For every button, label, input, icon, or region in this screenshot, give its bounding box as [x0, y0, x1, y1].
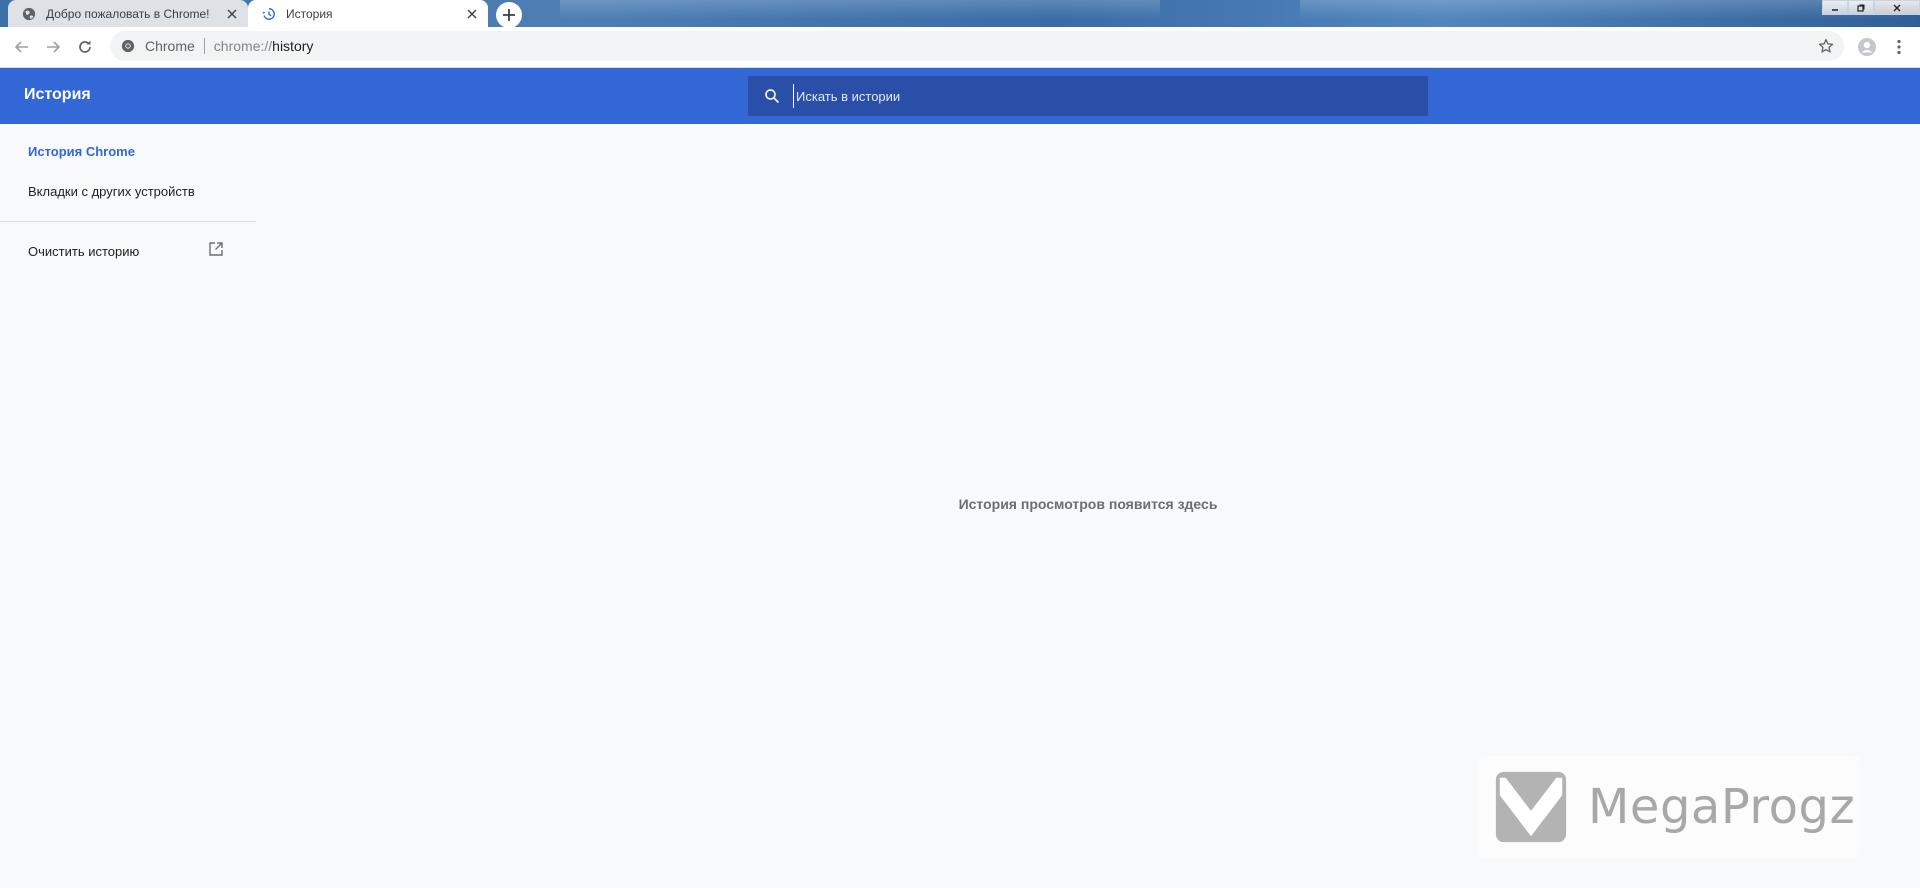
restore-icon — [1857, 4, 1865, 12]
more-vert-icon — [1897, 39, 1901, 55]
back-button[interactable] — [10, 35, 34, 59]
minimize-icon — [1832, 8, 1838, 11]
forward-button[interactable] — [41, 35, 65, 59]
search-input[interactable] — [793, 84, 1428, 108]
sidebar: История Chrome Вкладки с других устройст… — [0, 124, 256, 284]
history-search-box[interactable] — [748, 76, 1428, 116]
sidebar-item-chrome-history[interactable]: История Chrome — [28, 144, 135, 159]
close-tab-icon[interactable] — [464, 6, 480, 22]
close-tab-icon[interactable] — [224, 6, 240, 22]
tab-strip: Добро пожаловать в Chrome! История — [0, 0, 1920, 27]
omnibox-divider — [203, 38, 205, 54]
watermark: MegaProgz — [1478, 756, 1860, 858]
empty-history-message: История просмотров появится здесь — [958, 496, 1218, 512]
arrow-right-icon — [47, 41, 61, 53]
tab-welcome[interactable]: Добро пожаловать в Chrome! — [8, 0, 248, 27]
history-header: История — [0, 68, 1920, 124]
close-window-button[interactable] — [1874, 0, 1920, 15]
globe-icon — [21, 6, 37, 22]
bookmark-star-icon[interactable] — [1816, 36, 1836, 56]
tab-title: Добро пожаловать в Chrome! — [46, 6, 210, 21]
browser-toolbar: Chrome chrome://history — [0, 27, 1920, 68]
tab-title: История — [286, 6, 333, 21]
clear-history-link[interactable]: Очистить историю — [28, 241, 224, 261]
site-chip: Chrome — [145, 38, 195, 54]
close-icon — [1893, 4, 1901, 11]
address-bar[interactable]: Chrome chrome://history — [110, 31, 1844, 61]
reload-button[interactable] — [73, 35, 97, 59]
history-icon — [261, 6, 277, 22]
restore-button[interactable] — [1848, 0, 1874, 15]
url-scheme: chrome:// — [213, 38, 273, 54]
page-title: История — [24, 86, 91, 103]
tab-history[interactable]: История — [248, 0, 488, 27]
sidebar-item-other-devices[interactable]: Вкладки с других устройств — [28, 184, 195, 199]
plus-icon — [503, 9, 515, 21]
titlebar-background — [1300, 0, 1900, 27]
minimize-button[interactable] — [1822, 0, 1848, 15]
sidebar-divider — [0, 221, 256, 222]
avatar-icon — [1858, 38, 1876, 56]
search-icon — [762, 86, 782, 106]
titlebar-background — [560, 0, 1160, 27]
clear-history-label: Очистить историю — [28, 243, 140, 259]
arrow-left-icon — [14, 41, 28, 53]
window-controls — [1822, 0, 1920, 15]
new-tab-button[interactable] — [496, 2, 522, 27]
url-text: chrome://history — [214, 38, 314, 54]
profile-button[interactable] — [1855, 35, 1879, 59]
menu-button[interactable] — [1887, 35, 1911, 59]
reload-icon — [79, 40, 91, 53]
megaprogz-logo-icon — [1495, 771, 1567, 843]
watermark-text: MegaProgz — [1588, 779, 1856, 835]
open-in-new-icon — [208, 241, 224, 262]
url-path: history — [272, 38, 314, 54]
chrome-icon — [120, 38, 136, 54]
